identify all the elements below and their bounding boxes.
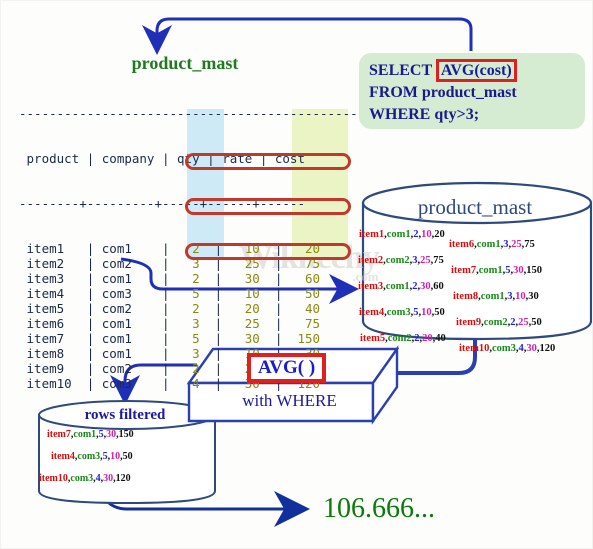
cylinder-row: item8,com1,3,10,30 (453, 291, 539, 302)
table-row: item3 | com1 | 2 | 30 | 60 (19, 271, 321, 286)
cylinder-rows-filtered: rows filtered item7,com1,5,30,150 item4,c… (37, 401, 213, 505)
table-row: item7 | com1 | 5 | 30 | 150 (19, 331, 321, 346)
result-value: 106.666... (323, 493, 435, 524)
table-top-rule: ----------------------------------------… (19, 106, 358, 121)
table-title: product_mast (131, 53, 239, 73)
sql-query-box: SELECT AVG(cost) FROM product_mast WHERE… (359, 53, 585, 129)
cylinder-row: item10,com3,4,30,120 (459, 343, 556, 354)
sql-line-1: SELECT AVG(cost) (369, 59, 575, 82)
table-row: item5 | com2 | 2 | 20 | 40 (19, 301, 321, 316)
table-row: item6 | com1 | 3 | 25 | 75 (19, 316, 321, 331)
cylinder-row: item1,com1,2,10,20 (359, 229, 445, 240)
row-circle-highlight (185, 243, 351, 260)
cylinder-row: item5,com2,2,20,40 (360, 333, 446, 344)
arrow-sql-to-table (142, 17, 473, 55)
sql-select-keyword: SELECT (369, 62, 436, 79)
row-circle-highlight (185, 198, 351, 215)
cylinder-row: item3,com1,2,30,60 (358, 281, 444, 292)
cylinder-product-mast: product_mast item1,com1,2,10,20 item2,com… (358, 183, 589, 354)
sql-line-3: WHERE qty>3; (369, 106, 480, 123)
cylinder-row: item9,com2,2,25,50 (456, 317, 542, 328)
cylinder-row: item7,com1,5,30,150 (451, 265, 542, 276)
cylinder-row: item7,com1,5,30,150 (47, 429, 134, 440)
sql-line-2: FROM product_mast (369, 84, 517, 101)
cylinder-main-title: product_mast (417, 195, 533, 219)
cylinder-row: item6,com1,3,25,75 (449, 239, 535, 250)
cylinder-row: item4,com3,5,10,50 (359, 307, 445, 318)
avg-function-text: AVG( ) (258, 357, 316, 378)
row-circle-highlight (185, 153, 351, 170)
diagram-canvas: Wikitechy .com product_mast ------------… (0, 0, 593, 549)
cylinder-row: item10,com3,4,30,120 (39, 473, 131, 484)
avg-sublabel: with WHERE (242, 391, 337, 410)
sql-avg-highlight: AVG(cost) (435, 59, 517, 82)
avg-function-label: AVG( ) (247, 353, 327, 383)
cylinder-row: item2,com2,3,25,75 (358, 255, 444, 266)
cylinder-row: item4,com3,5,10,50 (51, 451, 133, 462)
table-row: item4 | com3 | 5 | 10 | 50 (19, 286, 321, 301)
